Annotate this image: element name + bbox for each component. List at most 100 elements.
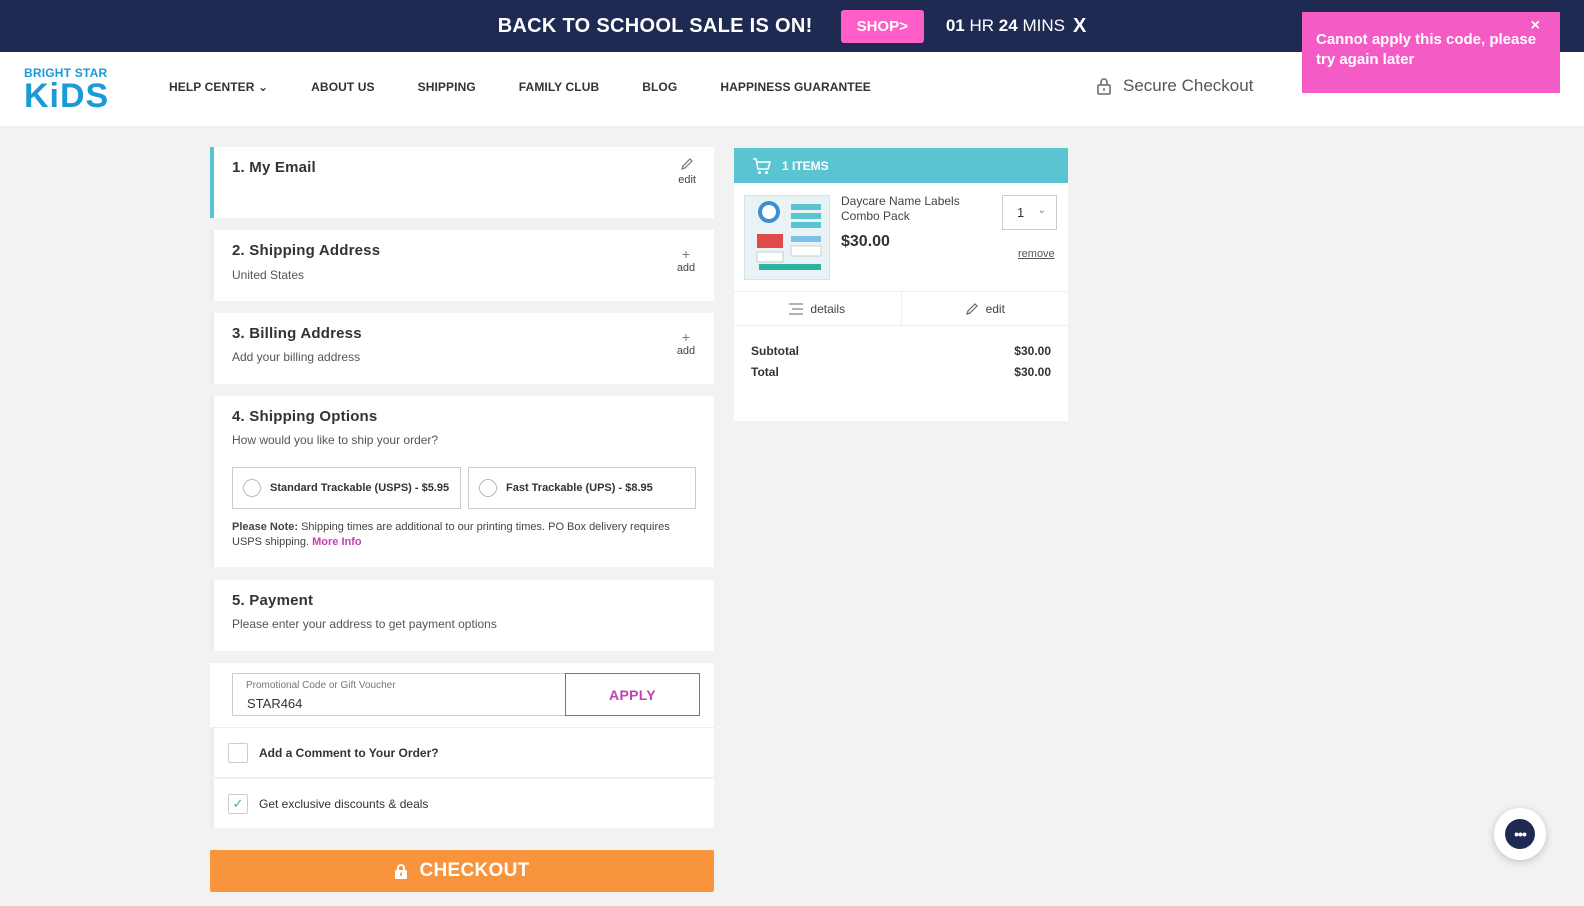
shop-button[interactable]: SHOP> bbox=[840, 9, 924, 43]
discounts-checkbox[interactable]: ✓ bbox=[228, 793, 248, 814]
pencil-icon bbox=[681, 158, 693, 170]
cart-actions: details edit bbox=[734, 291, 1068, 326]
more-info-link[interactable]: More Info bbox=[312, 536, 362, 548]
product-image bbox=[744, 195, 830, 280]
lock-icon bbox=[1097, 78, 1111, 95]
chevron-down-icon: ⌄ bbox=[1037, 205, 1046, 216]
promo-close-icon[interactable]: X bbox=[1073, 15, 1086, 38]
cart-item-count: 1 ITEMS bbox=[782, 158, 829, 173]
list-icon bbox=[789, 303, 804, 314]
cart-header: 1 ITEMS bbox=[734, 148, 1068, 183]
error-toast: × Cannot apply this code, please try aga… bbox=[1302, 12, 1560, 93]
chat-icon: ••• bbox=[1505, 819, 1535, 849]
step-billing-address-subtitle: Add your billing address bbox=[232, 350, 361, 364]
radio-fast[interactable] bbox=[479, 479, 497, 497]
promo-code-label: Promotional Code or Gift Voucher bbox=[246, 680, 396, 691]
discounts-label: Get exclusive discounts & deals bbox=[259, 796, 429, 811]
shipping-option-fast-label: Fast Trackable (UPS) - $8.95 bbox=[506, 482, 653, 494]
step-shipping-address-subtitle: United States bbox=[232, 268, 305, 282]
email-edit-label: edit bbox=[678, 174, 696, 186]
nav-help-center[interactable]: HELP CENTER ⌄ bbox=[169, 80, 268, 94]
promo-code-value: STAR464 bbox=[247, 696, 303, 711]
shipping-option-standard-label: Standard Trackable (USPS) - $5.95 bbox=[270, 482, 450, 494]
timer-hours: 01 bbox=[945, 16, 965, 35]
promo-timer: 01 HR 24 MINS bbox=[946, 16, 1065, 36]
timer-min-label: MINS bbox=[1022, 16, 1065, 35]
step-shipping-address-title: 2. Shipping Address bbox=[232, 242, 381, 259]
billing-add-button[interactable]: + add bbox=[676, 329, 696, 357]
plus-icon: + bbox=[681, 329, 691, 345]
apply-button[interactable]: APPLY bbox=[565, 673, 700, 716]
step-shipping-options-subtitle: How would you like to ship your order? bbox=[232, 433, 439, 447]
brand-logo[interactable]: BRIGHT STAR KiDS bbox=[24, 66, 119, 116]
product-name: Daycare Name Labels Combo Pack bbox=[841, 194, 960, 223]
plus-icon: + bbox=[681, 246, 691, 262]
shipping-note-label: Please Note: bbox=[232, 521, 299, 533]
step-billing-address[interactable]: 3. Billing Address Add your billing addr… bbox=[210, 313, 714, 384]
toast-message: Cannot apply this code, please try again… bbox=[1316, 31, 1537, 68]
step-email[interactable]: 1. My Email edit bbox=[210, 147, 714, 218]
pencil-icon bbox=[965, 302, 978, 315]
step-payment-title: 5. Payment bbox=[232, 592, 314, 609]
radio-standard[interactable] bbox=[243, 479, 261, 497]
shipping-option-fast[interactable]: Fast Trackable (UPS) - $8.95 bbox=[468, 467, 696, 509]
timer-hr-label: HR bbox=[969, 16, 995, 35]
subtotal-label: Subtotal bbox=[751, 344, 799, 358]
shipping-option-standard[interactable]: Standard Trackable (USPS) - $5.95 bbox=[232, 467, 461, 509]
email-edit-button[interactable]: edit bbox=[678, 157, 696, 186]
step-shipping-options: 4. Shipping Options How would you like t… bbox=[210, 396, 714, 567]
checkout-button[interactable]: CHECKOUT bbox=[210, 850, 714, 892]
total-label: Total bbox=[751, 365, 779, 379]
details-label: details bbox=[810, 301, 846, 316]
lock-icon bbox=[395, 863, 408, 879]
nav-blog[interactable]: BLOG bbox=[642, 80, 677, 94]
nav-help-center-label: HELP CENTER bbox=[169, 80, 255, 94]
edit-label: edit bbox=[985, 301, 1005, 316]
toast-close-icon[interactable]: × bbox=[1531, 16, 1540, 36]
promo-text: BACK TO SCHOOL SALE IS ON! bbox=[497, 14, 813, 37]
nav-about-us[interactable]: ABOUT US bbox=[311, 80, 374, 94]
remove-link[interactable]: remove bbox=[1018, 248, 1055, 260]
timer-mins: 24 bbox=[998, 16, 1018, 35]
secure-checkout-label: Secure Checkout bbox=[1123, 76, 1254, 95]
subtotal-row: Subtotal $30.00 bbox=[751, 344, 1051, 358]
comment-option[interactable]: Add a Comment to Your Order? bbox=[210, 727, 714, 777]
promo-code-section: Promotional Code or Gift Voucher STAR464… bbox=[210, 663, 714, 727]
shipping-add-button[interactable]: + add bbox=[676, 246, 696, 274]
total-row: Total $30.00 bbox=[751, 365, 1051, 379]
promo-code-input[interactable]: Promotional Code or Gift Voucher STAR464 bbox=[232, 673, 566, 716]
subtotal-value: $30.00 bbox=[1014, 344, 1051, 358]
main-nav: HELP CENTER ⌄ ABOUT US SHIPPING FAMILY C… bbox=[169, 80, 914, 94]
shipping-note-text: Shipping times are additional to our pri… bbox=[232, 521, 670, 548]
step-email-title: 1. My Email bbox=[232, 159, 316, 176]
order-summary: 1 ITEMS Daycare Name Labels Combo Pack $… bbox=[734, 148, 1068, 421]
checkout-label: CHECKOUT bbox=[419, 860, 530, 881]
step-shipping-options-title: 4. Shipping Options bbox=[232, 408, 378, 425]
cart-icon bbox=[753, 157, 771, 174]
step-payment: 5. Payment Please enter your address to … bbox=[210, 580, 714, 651]
shipping-add-label: add bbox=[676, 262, 696, 274]
comment-checkbox[interactable] bbox=[228, 742, 248, 763]
logo-bottom-text: KiDS bbox=[24, 77, 110, 115]
total-value: $30.00 bbox=[1014, 365, 1051, 379]
secure-checkout: Secure Checkout bbox=[1097, 76, 1253, 96]
step-payment-subtitle: Please enter your address to get payment… bbox=[232, 617, 497, 631]
chevron-down-icon: ⌄ bbox=[258, 80, 269, 94]
nav-shipping[interactable]: SHIPPING bbox=[418, 80, 476, 94]
comment-label: Add a Comment to Your Order? bbox=[259, 745, 439, 760]
edit-button[interactable]: edit bbox=[900, 292, 1069, 325]
nav-happiness-guarantee[interactable]: HAPPINESS GUARANTEE bbox=[720, 80, 871, 94]
nav-family-club[interactable]: FAMILY CLUB bbox=[519, 80, 599, 94]
checkmark-icon: ✓ bbox=[232, 795, 244, 811]
discounts-option[interactable]: ✓ Get exclusive discounts & deals bbox=[210, 778, 714, 828]
product-price: $30.00 bbox=[841, 233, 890, 250]
step-billing-address-title: 3. Billing Address bbox=[232, 325, 362, 342]
chat-button[interactable]: ••• bbox=[1494, 808, 1546, 860]
order-totals: Subtotal $30.00 Total $30.00 bbox=[751, 344, 1051, 386]
billing-add-label: add bbox=[676, 345, 696, 357]
quantity-value: 1 bbox=[1017, 205, 1025, 220]
step-shipping-address[interactable]: 2. Shipping Address United States + add bbox=[210, 230, 714, 301]
quantity-select[interactable]: 1 ⌄ bbox=[1002, 195, 1057, 230]
shipping-note: Please Note: Shipping times are addition… bbox=[232, 520, 702, 550]
details-button[interactable]: details bbox=[734, 292, 901, 325]
